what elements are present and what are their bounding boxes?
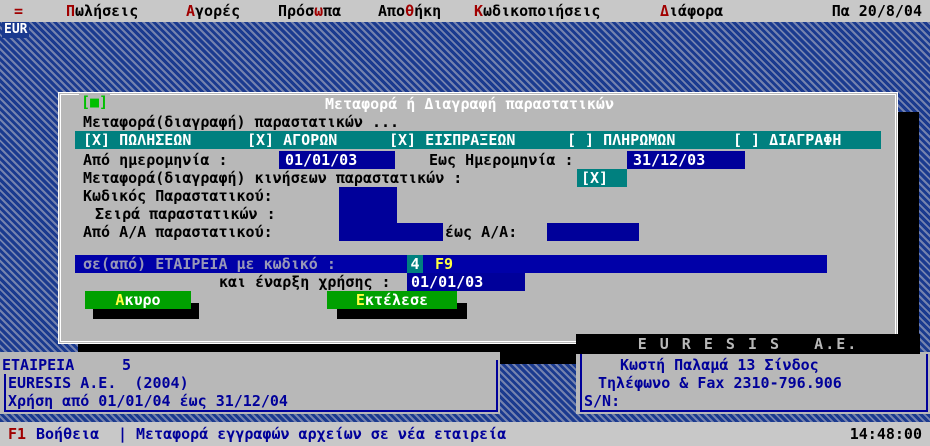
doc-series-label: Σειρά παραστατικών :: [95, 205, 276, 223]
to-date-label: Εως Ημερομηνία :: [429, 151, 574, 169]
company-number: 5: [122, 356, 132, 374]
vendor-phone: Τηλέφωνο & Fax 2310-796.906: [598, 374, 842, 392]
checkbox-delete[interactable]: [ ] ΔΙΑΓΡΑΦΗ: [733, 131, 841, 149]
company-code-label: σε(από) ΕΤΑΙΡΕΙΑ με κωδικό :: [83, 255, 336, 273]
company-panel: ΕΤΑΙΡΕΙΑ 5 EURESIS A.E. (2004) Χρήση από…: [0, 352, 500, 414]
from-date-label: Από ημερομηνία :: [83, 151, 228, 169]
menu-bar: = Πωλήσεις Αγορές Πρόσωπα Αποθήκη Κωδικο…: [0, 0, 930, 22]
status-message: Μεταφορά εγγραφών αρχείων σε νέα εταιρεί…: [136, 425, 507, 443]
doc-code-label: Κωδικός Παραστατικού:: [83, 187, 273, 205]
menu-misc[interactable]: Διάφορα: [660, 2, 723, 20]
vendor-brand-bar: E U R E S I S A.E.: [576, 334, 920, 354]
company-name: EURESIS A.E. (2004): [8, 374, 189, 392]
start-use-field[interactable]: 01/01/03: [407, 273, 525, 291]
menu-codifications[interactable]: Κωδικοποιήσεις: [474, 2, 600, 20]
serial-number-label: S/N:: [584, 392, 621, 410]
currency-indicator: EUR: [2, 22, 30, 38]
vendor-address: Κωστή Παλαμά 13 Σίνδος: [620, 356, 819, 374]
f9-lookup-hint[interactable]: F9: [435, 255, 453, 273]
menu-sales[interactable]: Πωλήσεις: [66, 2, 138, 20]
to-date-field[interactable]: 31/12/03: [627, 151, 745, 169]
help-key[interactable]: F1: [8, 425, 26, 443]
execute-button[interactable]: Εκτέλεσε: [327, 291, 457, 309]
company-header-label: ΕΤΑΙΡΕΙΑ: [2, 356, 75, 374]
dialog-title: Μεταφορά ή Διαγραφή παραστατικών: [321, 95, 618, 113]
start-use-label: και έναρξη χρήσης :: [219, 273, 391, 291]
fiscal-period: Χρήση από 01/01/04 έως 31/12/04: [8, 392, 288, 410]
menu-warehouse[interactable]: Αποθήκη: [378, 2, 441, 20]
from-aa-label: Από Α/Α παραστατικού:: [83, 223, 273, 241]
from-date-field[interactable]: 01/01/03: [279, 151, 395, 169]
menu-purchases[interactable]: Αγορές: [186, 2, 240, 20]
checkbox-receipts[interactable]: [X] ΕΙΣΠΡΑΞΕΩΝ: [389, 131, 515, 149]
checkbox-sales[interactable]: [X] ΠΩΛΗΣΕΩΝ: [83, 131, 191, 149]
help-label[interactable]: Βοήθεια: [36, 425, 99, 443]
checkbox-payments[interactable]: [ ] ΠΛΗΡΩΜΩΝ: [567, 131, 675, 149]
transfer-moves-checkbox[interactable]: [X]: [577, 169, 627, 187]
doc-code-field[interactable]: [339, 187, 397, 223]
system-menu-button[interactable]: =: [14, 2, 23, 20]
menu-persons[interactable]: Πρόσωπα: [278, 2, 341, 20]
status-separator: |: [118, 425, 128, 443]
vendor-panel: Κωστή Παλαμά 13 Σίνδος Τηλέφωνο & Fax 23…: [576, 352, 930, 414]
company-code-field[interactable]: 4: [407, 255, 423, 273]
system-date: Πα 20/8/04: [831, 2, 922, 20]
status-bar: F1 Βοήθεια | Μεταφορά εγγραφών αρχείων σ…: [0, 422, 930, 446]
cancel-button[interactable]: Ακυρο: [85, 291, 191, 309]
from-aa-field[interactable]: [339, 223, 443, 241]
checkbox-purchases[interactable]: [X] ΑΓΟΡΩΝ: [247, 131, 337, 149]
transfer-dialog: [■] Μεταφορά ή Διαγραφή παραστατικών Μετ…: [58, 92, 898, 344]
clock: 14:48:00: [849, 425, 922, 443]
dialog-subtitle: Μεταφορά(διαγραφή) παραστατικών ...: [83, 113, 400, 131]
to-aa-label: έως Α/Α:: [445, 223, 518, 241]
dos-screen: = Πωλήσεις Αγορές Πρόσωπα Αποθήκη Κωδικο…: [0, 0, 930, 446]
dialog-title-bar: [■] Μεταφορά ή Διαγραφή παραστατικών: [61, 93, 895, 113]
to-aa-field[interactable]: [547, 223, 639, 241]
dialog-shadow: [897, 112, 919, 364]
close-icon[interactable]: [■]: [79, 93, 111, 111]
transfer-moves-label: Μεταφορά(διαγραφή) κινήσεων παραστατικών…: [83, 169, 463, 187]
